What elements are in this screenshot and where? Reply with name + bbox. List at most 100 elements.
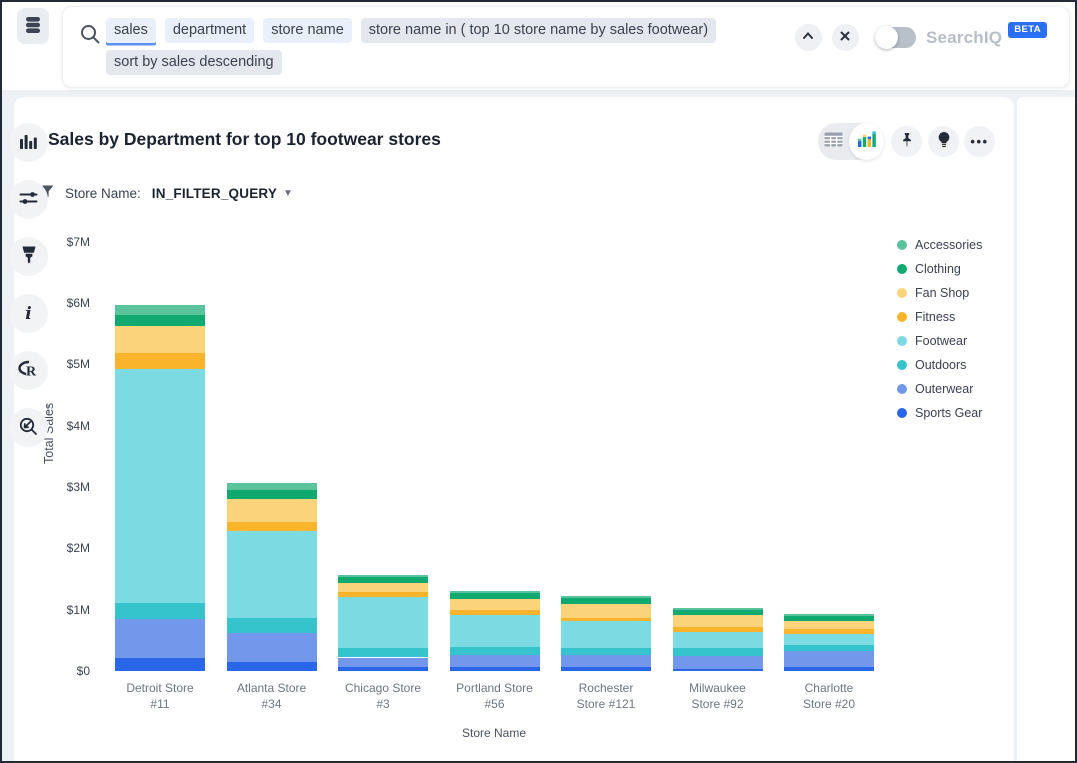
bar-segment[interactable] bbox=[561, 596, 651, 598]
bar-segment[interactable] bbox=[450, 647, 540, 655]
bar-segment[interactable] bbox=[561, 621, 651, 647]
more-options-button[interactable]: ••• bbox=[964, 126, 995, 157]
bar-segment[interactable] bbox=[338, 583, 428, 593]
chevron-down-icon: ▼ bbox=[283, 188, 293, 199]
table-view-button[interactable] bbox=[818, 123, 849, 160]
bar-segment[interactable] bbox=[227, 618, 317, 633]
bar-segment[interactable] bbox=[784, 667, 874, 671]
bar-segment[interactable] bbox=[115, 658, 205, 671]
bar-segment[interactable] bbox=[115, 326, 205, 353]
bar-segment[interactable] bbox=[673, 669, 763, 671]
bar-segment[interactable] bbox=[784, 629, 874, 633]
bar-segment[interactable] bbox=[673, 656, 763, 669]
bar-segment[interactable] bbox=[338, 577, 428, 583]
paintbrush-icon bbox=[21, 246, 37, 267]
table-view-icon bbox=[824, 132, 843, 152]
bar-segment[interactable] bbox=[115, 603, 205, 619]
bar-chart-icon bbox=[20, 133, 37, 152]
chart-config-button[interactable] bbox=[9, 180, 48, 219]
bar-segment[interactable] bbox=[673, 615, 763, 627]
legend-label: Outdoors bbox=[915, 358, 966, 372]
chart-view-button[interactable] bbox=[849, 123, 884, 160]
legend-item[interactable]: Fitness bbox=[897, 305, 982, 329]
bar-segment[interactable] bbox=[338, 667, 428, 671]
searchiq-label: SearchIQ bbox=[926, 28, 1002, 48]
searchiq-toggle[interactable] bbox=[875, 27, 916, 48]
search-token[interactable]: sort by sales descending bbox=[106, 50, 282, 75]
bar-segment[interactable] bbox=[784, 616, 874, 621]
bar-segment[interactable] bbox=[673, 627, 763, 631]
r-analysis-button[interactable]: R bbox=[9, 351, 48, 390]
search-token-row-1: sales department store name store name in (… bbox=[106, 18, 806, 43]
bar-segment[interactable] bbox=[450, 593, 540, 599]
bar-segment[interactable] bbox=[673, 610, 763, 616]
search-token[interactable]: store name in ( top 10 store name by sal… bbox=[361, 18, 716, 43]
info-button[interactable]: i bbox=[9, 294, 48, 333]
legend-item[interactable]: Accessories bbox=[897, 233, 982, 257]
bar-segment[interactable] bbox=[784, 645, 874, 651]
search-token[interactable]: sales bbox=[106, 18, 156, 43]
filter-value-dropdown[interactable]: IN_FILTER_QUERY ▼ bbox=[152, 186, 293, 201]
bar-segment[interactable] bbox=[227, 499, 317, 522]
data-source-button[interactable] bbox=[17, 8, 49, 44]
bar-segment[interactable] bbox=[227, 490, 317, 499]
bar-segment[interactable] bbox=[561, 648, 651, 655]
chevron-up-icon bbox=[801, 29, 815, 46]
search-bar[interactable]: sales department store name store name in (… bbox=[62, 6, 1070, 88]
legend-item[interactable]: Clothing bbox=[897, 257, 982, 281]
x-category-label: CharlotteStore #20 bbox=[771, 680, 887, 712]
bar-segment[interactable] bbox=[784, 621, 874, 630]
bar-segment[interactable] bbox=[338, 597, 428, 649]
bar-segment[interactable] bbox=[450, 591, 540, 593]
bar-segment[interactable] bbox=[673, 608, 763, 610]
insights-button[interactable] bbox=[928, 126, 959, 157]
legend-dot bbox=[897, 408, 907, 418]
bar-segment[interactable] bbox=[227, 662, 317, 671]
bar-segment[interactable] bbox=[115, 305, 205, 314]
app-window: sales department store name store name in (… bbox=[0, 0, 1077, 763]
pin-button[interactable] bbox=[891, 126, 922, 157]
bar-segment[interactable] bbox=[338, 648, 428, 657]
legend-item[interactable]: Outerwear bbox=[897, 377, 982, 401]
bar-segment[interactable] bbox=[227, 633, 317, 662]
legend-item[interactable]: Footwear bbox=[897, 329, 982, 353]
bar-segment[interactable] bbox=[227, 522, 317, 531]
bar-segment[interactable] bbox=[784, 651, 874, 667]
chart-type-button[interactable] bbox=[9, 123, 48, 162]
bar-segment[interactable] bbox=[450, 599, 540, 610]
bar-segment[interactable] bbox=[784, 634, 874, 646]
bar-segment[interactable] bbox=[561, 604, 651, 618]
legend-item[interactable]: Fan Shop bbox=[897, 281, 982, 305]
bar-segment[interactable] bbox=[450, 610, 540, 615]
x-axis-title: Store Name bbox=[434, 726, 554, 740]
bar-segment[interactable] bbox=[450, 615, 540, 648]
bar-segment[interactable] bbox=[561, 598, 651, 604]
bar-segment[interactable] bbox=[561, 655, 651, 667]
answer-title: Sales by Department for top 10 footwear … bbox=[48, 129, 441, 150]
bar-segment[interactable] bbox=[115, 353, 205, 368]
clear-search-button[interactable] bbox=[832, 24, 859, 51]
search-token[interactable]: department bbox=[165, 18, 254, 43]
bar-segment[interactable] bbox=[784, 614, 874, 616]
legend-item[interactable]: Outdoors bbox=[897, 353, 982, 377]
bar-segment[interactable] bbox=[673, 632, 763, 649]
collapse-search-button[interactable] bbox=[795, 24, 822, 51]
filter-label: Store Name: bbox=[65, 186, 141, 201]
bar-segment[interactable] bbox=[338, 575, 428, 577]
search-token[interactable]: store name bbox=[263, 18, 352, 43]
bar-segment[interactable] bbox=[338, 592, 428, 596]
bar-segment[interactable] bbox=[115, 369, 205, 603]
bar-segment[interactable] bbox=[561, 667, 651, 671]
bar-segment[interactable] bbox=[450, 667, 540, 671]
bar-segment[interactable] bbox=[561, 618, 651, 622]
bar-segment[interactable] bbox=[338, 658, 428, 668]
bar-segment[interactable] bbox=[115, 619, 205, 658]
bar-segment[interactable] bbox=[450, 655, 540, 667]
bar-segment[interactable] bbox=[115, 315, 205, 327]
bar-segment[interactable] bbox=[227, 483, 317, 490]
legend-item[interactable]: Sports Gear bbox=[897, 401, 982, 425]
bar-segment[interactable] bbox=[227, 531, 317, 618]
explore-button[interactable] bbox=[9, 408, 48, 447]
bar-segment[interactable] bbox=[673, 648, 763, 655]
style-button[interactable] bbox=[9, 237, 48, 276]
